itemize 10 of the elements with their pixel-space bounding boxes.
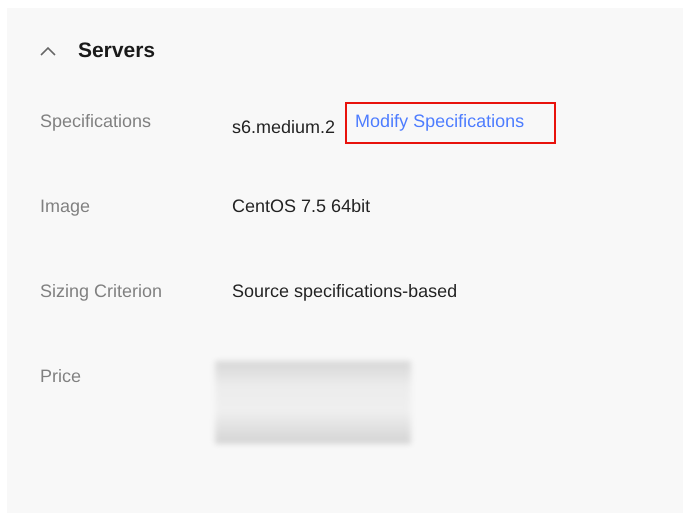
field-value: s6.medium.2 bbox=[232, 116, 336, 138]
field-label: Sizing Criterion bbox=[40, 280, 164, 302]
chevron-up-icon[interactable] bbox=[40, 46, 56, 56]
field-label: Price bbox=[40, 365, 82, 387]
field-value: CentOS 7.5 64bit bbox=[232, 195, 370, 217]
section-title: Servers bbox=[78, 39, 156, 63]
field-value: Source specifications-based bbox=[232, 280, 458, 302]
modify-link[interactable]: Modify Specifications bbox=[345, 102, 556, 144]
field-label: Specifications bbox=[40, 110, 152, 132]
field-label: Image bbox=[40, 195, 92, 217]
